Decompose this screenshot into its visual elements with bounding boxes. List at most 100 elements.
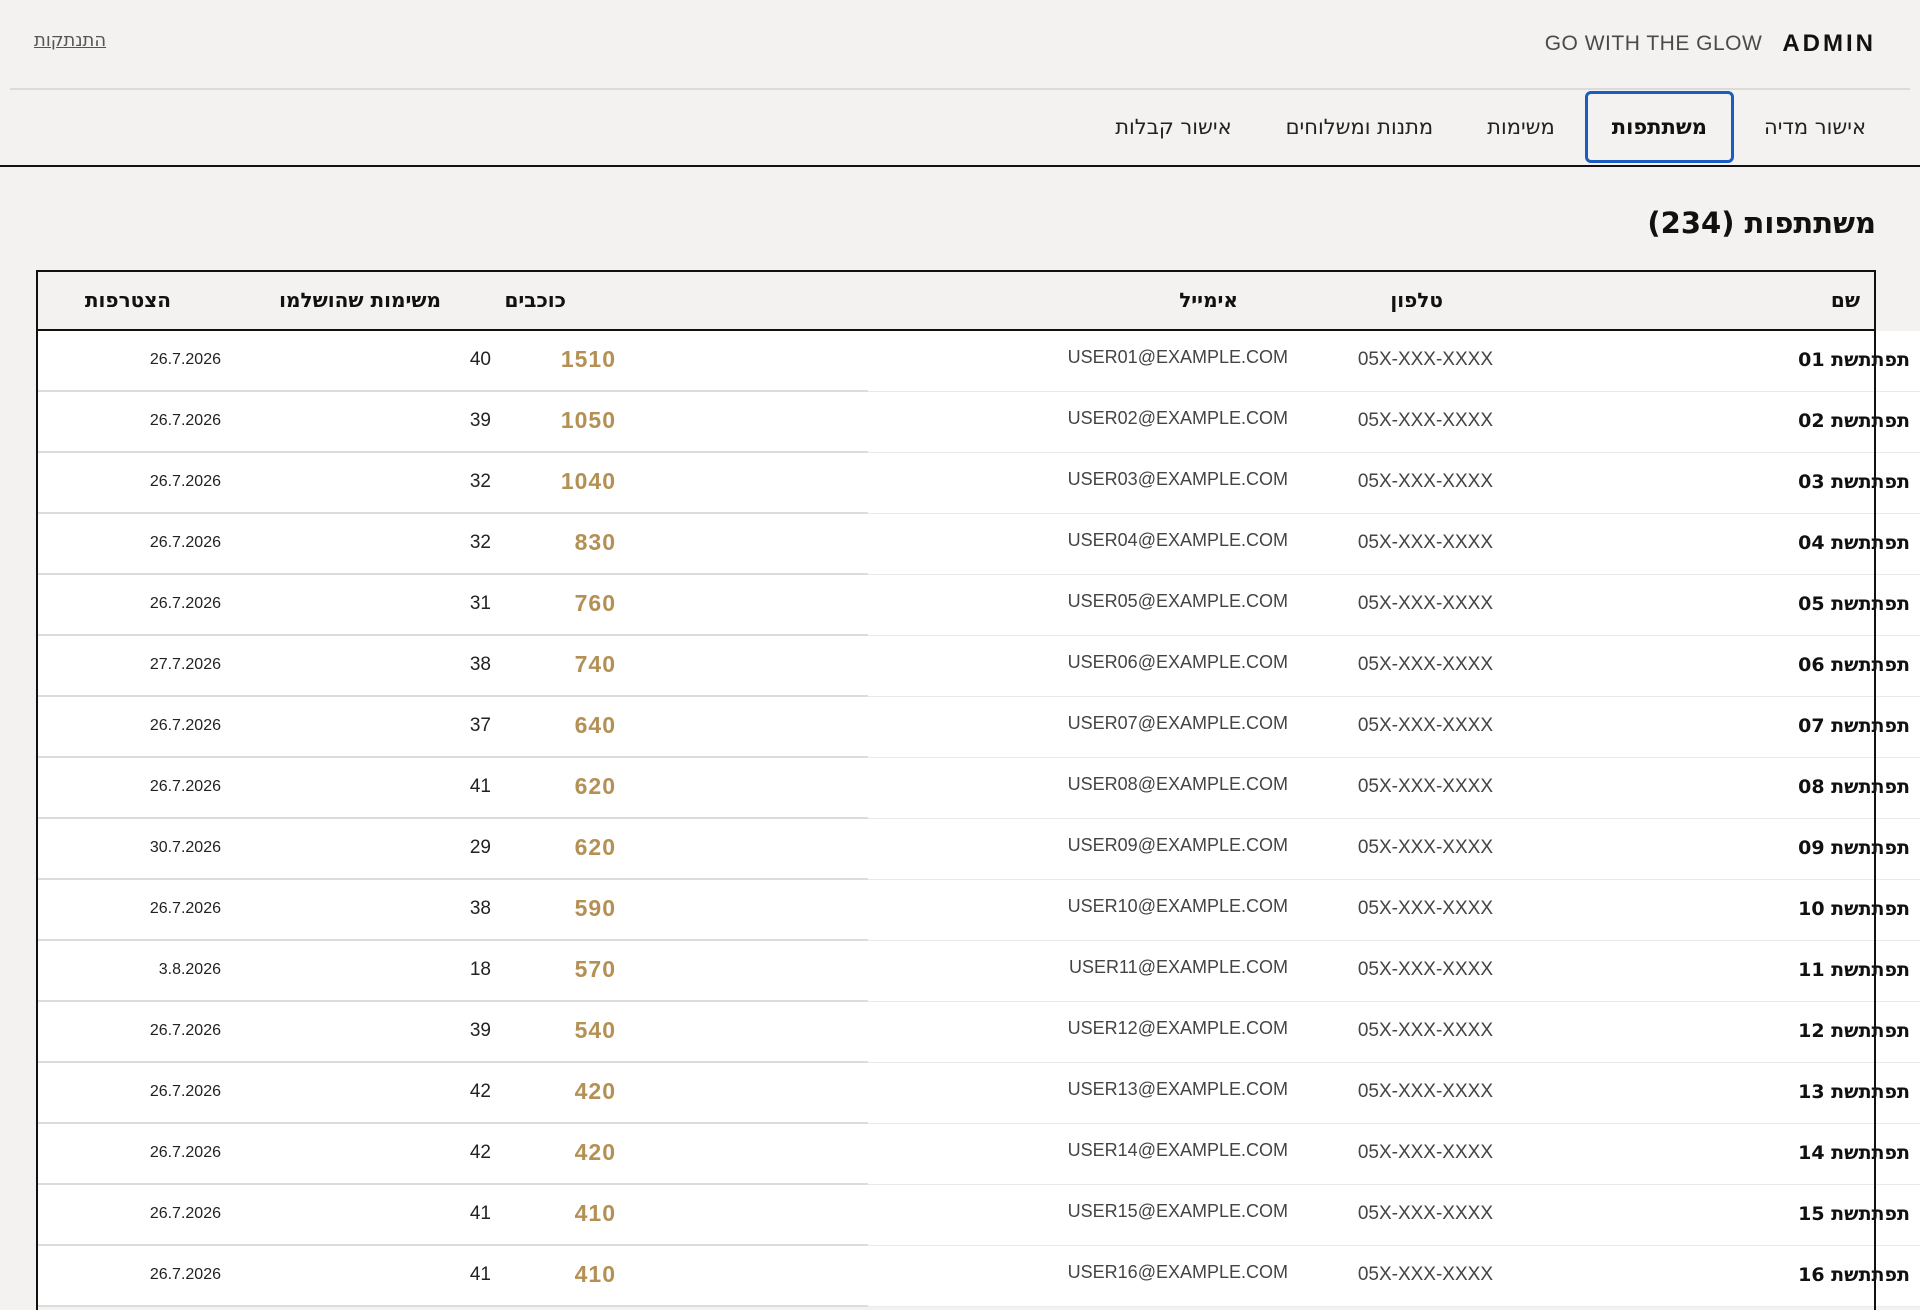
table-row[interactable]: תפתתשת 01 05X-XXX-XXXX USER01@EXAMPLE.COM 1…	[36, 331, 1920, 392]
cell-stars: 420	[574, 1139, 616, 1165]
cell-email: USER15@EXAMPLE.COM	[1067, 1201, 1288, 1221]
cell-phone: 05X-XXX-XXXX	[1357, 471, 1493, 492]
cell-name: תפתתשת 09	[1798, 837, 1910, 859]
cell-completed: 41	[469, 1264, 491, 1285]
table-row[interactable]: תפתתשת 14 05X-XXX-XXXX USER14@EXAMPLE.COM 4…	[36, 1124, 1920, 1185]
table-header: שם טלפון אימייל כוכבים משימות שהושלמו הצ…	[36, 270, 1876, 331]
table-row[interactable]: תפתתשת 16 05X-XXX-XXXX USER16@EXAMPLE.COM 4…	[36, 1246, 1920, 1307]
column-header-phone[interactable]: טלפון	[1390, 288, 1443, 312]
table-body: תפתתשת 01 05X-XXX-XXXX USER01@EXAMPLE.COM 1…	[36, 331, 1920, 1307]
cell-phone: 05X-XXX-XXXX	[1357, 1203, 1493, 1224]
table-row[interactable]: תפתתשת 04 05X-XXX-XXXX USER04@EXAMPLE.COM 8…	[36, 514, 1920, 575]
cell-joined: 27.7.2026	[149, 656, 221, 673]
cell-name: תפתתשת 08	[1798, 776, 1910, 798]
cell-name: תפתתשת 04	[1798, 532, 1910, 554]
cell-stars: 1510	[560, 346, 616, 372]
cell-email: USER01@EXAMPLE.COM	[1067, 347, 1288, 367]
cell-stars: 590	[574, 895, 616, 921]
cell-joined: 26.7.2026	[149, 534, 221, 551]
table-row[interactable]: תפתתשת 11 05X-XXX-XXXX USER11@EXAMPLE.COM 5…	[36, 941, 1920, 1002]
cell-email: USER12@EXAMPLE.COM	[1067, 1018, 1288, 1038]
cell-stars: 410	[574, 1261, 616, 1287]
column-header-name[interactable]: שם	[1831, 288, 1860, 312]
table-row[interactable]: תפתתשת 08 05X-XXX-XXXX USER08@EXAMPLE.COM 6…	[36, 758, 1920, 819]
table-row[interactable]: תפתתשת 13 05X-XXX-XXXX USER13@EXAMPLE.COM 4…	[36, 1063, 1920, 1124]
column-header-joined[interactable]: הצטרפות	[85, 288, 171, 312]
brand: GO WITH THE GLOW ADMIN	[1545, 26, 1876, 62]
cell-phone: 05X-XXX-XXXX	[1357, 715, 1493, 736]
tab-4[interactable]: אישור קבלות	[1091, 91, 1255, 163]
column-header-email[interactable]: אימייל	[1179, 288, 1238, 312]
table-row[interactable]: תפתתשת 12 05X-XXX-XXXX USER12@EXAMPLE.COM 5…	[36, 1002, 1920, 1063]
cell-name: תפתתשת 10	[1798, 898, 1910, 920]
cell-name: תפתתשת 06	[1798, 654, 1910, 676]
cell-stars: 1050	[560, 407, 616, 433]
cell-name: תפתתשת 16	[1798, 1264, 1910, 1286]
cell-email: USER04@EXAMPLE.COM	[1067, 530, 1288, 550]
cell-email: USER03@EXAMPLE.COM	[1067, 469, 1288, 489]
cell-stars: 410	[574, 1200, 616, 1226]
cell-name: תפתתשת 13	[1798, 1081, 1910, 1103]
cell-completed: 18	[469, 959, 491, 980]
table-row[interactable]: תפתתשת 07 05X-XXX-XXXX USER07@EXAMPLE.COM 6…	[36, 697, 1920, 758]
cell-phone: 05X-XXX-XXXX	[1357, 410, 1493, 431]
cell-email: USER13@EXAMPLE.COM	[1067, 1079, 1288, 1099]
cell-email: USER10@EXAMPLE.COM	[1067, 896, 1288, 916]
column-header-stars[interactable]: כוכבים	[504, 288, 566, 312]
cell-phone: 05X-XXX-XXXX	[1357, 776, 1493, 797]
app-header: GO WITH THE GLOW ADMIN התנתקות	[0, 0, 1920, 88]
table-row[interactable]: תפתתשת 06 05X-XXX-XXXX USER06@EXAMPLE.COM 7…	[36, 636, 1920, 697]
cell-name: תפתתשת 11	[1798, 959, 1910, 981]
table-row[interactable]: תפתתשת 09 05X-XXX-XXXX USER09@EXAMPLE.COM 6…	[36, 819, 1920, 880]
cell-phone: 05X-XXX-XXXX	[1357, 1020, 1493, 1041]
table-row[interactable]: תפתתשת 15 05X-XXX-XXXX USER15@EXAMPLE.COM 4…	[36, 1185, 1920, 1246]
cell-joined: 26.7.2026	[149, 412, 221, 429]
cell-name: תפתתשת 02	[1798, 410, 1910, 432]
cell-joined: 26.7.2026	[149, 1022, 221, 1039]
cell-stars: 640	[574, 712, 616, 738]
cell-stars: 760	[574, 590, 616, 616]
admin-label: ADMIN	[1782, 30, 1876, 57]
column-header-completed[interactable]: משימות שהושלמו	[279, 288, 441, 312]
cell-email: USER05@EXAMPLE.COM	[1067, 591, 1288, 611]
cell-completed: 29	[469, 837, 491, 858]
table-row[interactable]: תפתתשת 05 05X-XXX-XXXX USER05@EXAMPLE.COM 7…	[36, 575, 1920, 636]
cell-joined: 26.7.2026	[149, 778, 221, 795]
logout-link[interactable]: התנתקות	[34, 30, 106, 51]
table-row[interactable]: תפתתשת 10 05X-XXX-XXXX USER10@EXAMPLE.COM 5…	[36, 880, 1920, 941]
cell-phone: 05X-XXX-XXXX	[1357, 837, 1493, 858]
cell-completed: 41	[469, 1203, 491, 1224]
cell-joined: 3.8.2026	[158, 961, 221, 978]
cell-phone: 05X-XXX-XXXX	[1357, 654, 1493, 675]
participants-table: שם טלפון אימייל כוכבים משימות שהושלמו הצ…	[36, 270, 1920, 1310]
cell-joined: 26.7.2026	[149, 473, 221, 490]
cell-email: USER07@EXAMPLE.COM	[1067, 713, 1288, 733]
cell-name: תפתתשת 01	[1798, 349, 1910, 371]
cell-phone: 05X-XXX-XXXX	[1357, 1264, 1493, 1285]
cell-stars: 420	[574, 1078, 616, 1104]
cell-joined: 26.7.2026	[149, 1266, 221, 1283]
cell-stars: 570	[574, 956, 616, 982]
cell-joined: 26.7.2026	[149, 1083, 221, 1100]
table-row[interactable]: תפתתשת 02 05X-XXX-XXXX USER02@EXAMPLE.COM 1…	[36, 392, 1920, 453]
cell-stars: 540	[574, 1017, 616, 1043]
cell-completed: 32	[469, 532, 491, 553]
tab-0[interactable]: אישור מדיה	[1740, 91, 1890, 163]
cell-stars: 1040	[560, 468, 616, 494]
tabs-underline	[0, 165, 1920, 167]
cell-stars: 620	[574, 834, 616, 860]
tab-1[interactable]: משתתפות	[1584, 91, 1734, 163]
cell-joined: 26.7.2026	[149, 1205, 221, 1222]
cell-name: תפתתשת 14	[1798, 1142, 1910, 1164]
tab-2[interactable]: משימות	[1463, 91, 1579, 163]
cell-phone: 05X-XXX-XXXX	[1357, 959, 1493, 980]
cell-joined: 30.7.2026	[149, 839, 221, 856]
tab-3[interactable]: מתנות ומשלוחים	[1262, 91, 1458, 163]
table-row[interactable]: תפתתשת 03 05X-XXX-XXXX USER03@EXAMPLE.COM 1…	[36, 453, 1920, 514]
tab-bar: אישור מדיה משתתפות משימות מתנות ומשלוחים איש…	[1091, 89, 1890, 165]
cell-phone: 05X-XXX-XXXX	[1357, 349, 1493, 370]
cell-email: USER08@EXAMPLE.COM	[1067, 774, 1288, 794]
cell-name: תפתתשת 07	[1798, 715, 1910, 737]
cell-joined: 26.7.2026	[149, 595, 221, 612]
cell-stars: 740	[574, 651, 616, 677]
